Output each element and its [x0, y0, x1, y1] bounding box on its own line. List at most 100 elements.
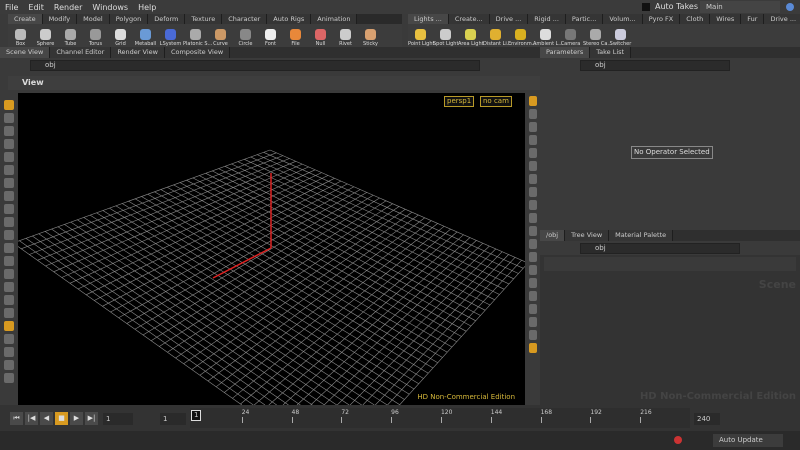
display-option-icon[interactable] — [528, 291, 537, 301]
display-option-icon[interactable] — [528, 148, 537, 158]
shelf-tool[interactable]: Tube — [58, 29, 83, 47]
shelf-tab[interactable]: Drive ... — [764, 14, 800, 24]
pane-tab[interactable]: Render View — [111, 47, 165, 58]
path-field[interactable]: obj — [30, 59, 480, 71]
shelf-tab[interactable]: Texture — [185, 14, 223, 24]
shelf-tab[interactable]: Create... — [448, 14, 490, 24]
shelf-tool[interactable]: Point Light — [408, 29, 434, 47]
display-option-icon[interactable] — [528, 174, 537, 184]
shelf-tool[interactable]: Curve — [208, 29, 233, 47]
display-option-icon[interactable] — [528, 161, 537, 171]
shelf-tool[interactable]: Camera — [558, 29, 583, 47]
auto-takes-checkbox[interactable] — [642, 3, 650, 11]
shelf-tab[interactable]: Polygon — [109, 14, 149, 24]
stop-button[interactable]: ■ — [55, 412, 68, 425]
display-option-icon[interactable] — [528, 265, 537, 275]
menu-windows[interactable]: Windows — [87, 3, 133, 12]
shelf-tab[interactable]: Pyro FX — [642, 14, 681, 24]
params-path[interactable]: obj — [580, 59, 730, 71]
play-button[interactable]: ▶ — [70, 412, 83, 425]
end-frame-field[interactable]: 240 — [694, 413, 720, 425]
step-back-button[interactable]: |◀ — [25, 412, 38, 425]
menu-file[interactable]: File — [0, 3, 23, 12]
menu-help[interactable]: Help — [133, 3, 161, 12]
shelf-tool[interactable]: Environm... — [508, 29, 537, 47]
tool-icon[interactable] — [4, 334, 14, 344]
network-pane[interactable]: /obj Tree View Material Palette obj Scene … — [540, 230, 800, 405]
display-option-icon[interactable] — [528, 343, 537, 353]
shelf-tool[interactable]: Null — [308, 29, 333, 47]
shelf-tool[interactable]: Sticky — [358, 29, 383, 47]
shelf-tool[interactable]: Ambient L... — [533, 29, 563, 47]
tool-icon[interactable] — [4, 321, 14, 331]
shelf-tool[interactable]: Area Light — [458, 29, 484, 47]
shelf-tool[interactable]: Box — [8, 29, 33, 47]
display-option-icon[interactable] — [528, 122, 537, 132]
display-option-icon[interactable] — [528, 239, 537, 249]
frame-field[interactable]: 1 — [103, 413, 133, 425]
shelf-tool[interactable]: Font — [258, 29, 283, 47]
jump-start-button[interactable]: ⏮ — [10, 412, 23, 425]
shelf-tab[interactable]: Character — [222, 14, 268, 24]
shelf-tab[interactable]: Animation — [311, 14, 358, 24]
tool-icon[interactable] — [4, 360, 14, 370]
pane-tab[interactable]: Scene View — [0, 47, 51, 58]
viewport[interactable]: persp1 no cam HD Non-Commercial Edition — [18, 93, 525, 405]
tool-icon[interactable] — [4, 178, 14, 188]
shelf-tool[interactable]: Rivet — [333, 29, 358, 47]
display-option-icon[interactable] — [528, 330, 537, 340]
shelf-tool[interactable]: Circle — [233, 29, 258, 47]
tool-icon[interactable] — [4, 373, 14, 383]
display-option-icon[interactable] — [528, 187, 537, 197]
tool-icon[interactable] — [4, 282, 14, 292]
tool-icon[interactable] — [4, 295, 14, 305]
shelf-tab[interactable]: Fur — [741, 14, 765, 24]
display-option-icon[interactable] — [528, 226, 537, 236]
shelf-tab[interactable]: Lights ... — [408, 14, 449, 24]
globe-icon[interactable] — [786, 3, 794, 11]
pane-tab[interactable]: Composite View — [164, 47, 231, 58]
shelf-tab[interactable]: Wires — [710, 14, 742, 24]
shelf-tab[interactable]: Auto Rigs — [267, 14, 312, 24]
shelf-tool[interactable]: Platonic S... — [183, 29, 212, 47]
auto-update-select[interactable]: Auto Update — [713, 434, 783, 447]
tool-icon[interactable] — [4, 152, 14, 162]
tool-icon[interactable] — [4, 256, 14, 266]
shelf-tab[interactable]: Model — [77, 14, 110, 24]
display-option-icon[interactable] — [528, 278, 537, 288]
display-option-icon[interactable] — [528, 200, 537, 210]
desktop-select[interactable]: Main — [700, 1, 780, 13]
display-option-icon[interactable] — [528, 304, 537, 314]
tool-icon[interactable] — [4, 269, 14, 279]
tool-icon[interactable] — [4, 217, 14, 227]
display-option-icon[interactable] — [528, 252, 537, 262]
shelf-tab[interactable]: Create — [8, 14, 43, 24]
display-option-icon[interactable] — [528, 317, 537, 327]
tool-icon[interactable] — [4, 126, 14, 136]
start-frame-field[interactable]: 1 — [160, 413, 186, 425]
shelf-tab[interactable]: Modify — [42, 14, 78, 24]
shelf-tab[interactable]: Cloth — [680, 14, 711, 24]
current-frame-marker[interactable]: 1 — [191, 410, 202, 421]
shelf-tab[interactable]: Rigid ... — [528, 14, 566, 24]
play-reverse-button[interactable]: ◀ — [40, 412, 53, 425]
pane-tab[interactable]: Tree View — [565, 230, 610, 241]
tool-icon[interactable] — [4, 191, 14, 201]
shelf-tool[interactable]: Grid — [108, 29, 133, 47]
camera-menu[interactable]: no cam — [480, 96, 512, 107]
shelf-tool[interactable]: Sphere — [33, 29, 58, 47]
display-option-icon[interactable] — [528, 109, 537, 119]
tool-icon[interactable] — [4, 308, 14, 318]
tool-icon[interactable] — [4, 165, 14, 175]
persp-menu[interactable]: persp1 — [444, 96, 475, 107]
shelf-tab[interactable]: Volum... — [603, 14, 643, 24]
shelf-tool[interactable]: Torus — [83, 29, 108, 47]
shelf-tab[interactable]: Deform — [148, 14, 186, 24]
tool-icon[interactable] — [4, 113, 14, 123]
shelf-tool[interactable]: Stereo Ca... — [583, 29, 612, 47]
shelf-tab[interactable]: Drive ... — [489, 14, 529, 24]
tool-icon[interactable] — [4, 100, 14, 110]
shelf-tool[interactable]: Switcher — [608, 29, 633, 47]
tool-icon[interactable] — [4, 243, 14, 253]
pane-tab[interactable]: Take List — [590, 47, 632, 58]
